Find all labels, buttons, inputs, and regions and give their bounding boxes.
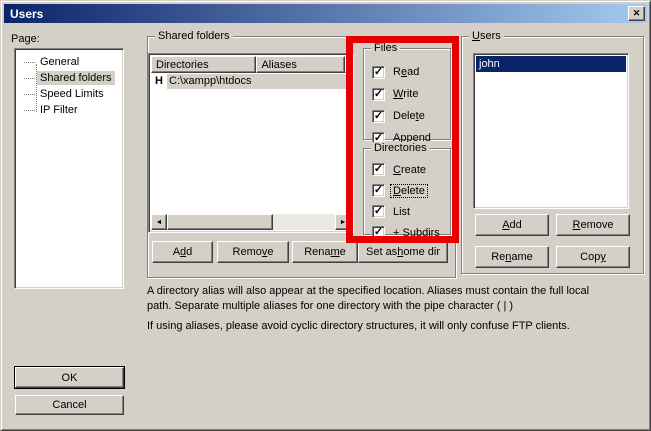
add-directory-button[interactable]: Add xyxy=(152,241,213,263)
column-header-filler xyxy=(345,56,351,73)
tree-item-label: General xyxy=(37,55,82,69)
tree-item-speed-limits[interactable]: Speed Limits xyxy=(17,86,121,102)
checkbox-label: Delete xyxy=(391,185,427,197)
checkbox-label: List xyxy=(391,206,412,218)
tree-connector-icon xyxy=(24,110,35,111)
titlebar[interactable]: Users xyxy=(4,4,647,23)
checkbox-delete-dir[interactable]: ✓ Delete xyxy=(372,180,446,201)
table-row[interactable]: H C:\xampp\htdocs xyxy=(151,73,351,89)
checkbox-label: Create xyxy=(391,164,428,176)
checkbox-list[interactable]: ✓ List xyxy=(372,201,446,222)
checkmark-icon: ✓ xyxy=(374,185,383,196)
column-header-directories[interactable]: Directories xyxy=(151,56,256,73)
list-item-user[interactable]: john xyxy=(476,56,626,72)
checkbox-write[interactable]: ✓ Write xyxy=(372,83,446,105)
close-button[interactable]: ✕ xyxy=(628,6,645,21)
users-group-label: Users xyxy=(469,30,504,42)
checkbox-read[interactable]: ✓ Read xyxy=(372,61,446,83)
tree-item-shared-folders[interactable]: Shared folders xyxy=(17,70,121,86)
users-dialog: Users ✕ Page: General Shared folders Spe… xyxy=(0,0,651,431)
tree-item-label: IP Filter xyxy=(37,103,81,117)
shared-folders-group-label: Shared folders xyxy=(155,30,233,42)
tree-item-label: Speed Limits xyxy=(37,87,107,101)
rename-directory-button[interactable]: Rename xyxy=(292,241,358,263)
ok-button[interactable]: OK xyxy=(15,367,124,388)
set-as-home-dir-button[interactable]: Set as home dir xyxy=(358,241,448,263)
scrollbar-thumb[interactable] xyxy=(167,214,273,230)
tree-connector-icon xyxy=(24,78,35,79)
checkbox-subdirs[interactable]: ✓ + Subdirs xyxy=(372,222,446,243)
tree-item-label: Shared folders xyxy=(37,71,115,85)
close-icon: ✕ xyxy=(633,8,641,19)
horizontal-scrollbar[interactable]: ◄ ► xyxy=(151,214,351,230)
tree-connector-icon xyxy=(24,94,35,95)
tree-item-general[interactable]: General xyxy=(17,54,121,70)
directory-path: C:\xampp\htdocs xyxy=(167,74,351,89)
users-list: john xyxy=(473,53,629,209)
checkbox-delete-file[interactable]: ✓ Delete xyxy=(372,105,446,127)
copy-user-button[interactable]: Copy xyxy=(556,246,630,268)
directories-list: Directories Aliases H C:\xampp\htdocs ◄ … xyxy=(148,53,354,233)
checkmark-icon: ✓ xyxy=(374,164,383,175)
page-label: Page: xyxy=(11,33,40,45)
checkmark-icon: ✓ xyxy=(374,67,383,78)
checkbox-label: Read xyxy=(391,66,421,78)
checkbox-label: Delete xyxy=(391,110,427,122)
window-title: Users xyxy=(10,7,43,21)
remove-directory-button[interactable]: Remove xyxy=(217,241,289,263)
checkmark-icon: ✓ xyxy=(374,227,383,238)
scrollbar-track[interactable] xyxy=(273,214,335,230)
checkmark-icon: ✓ xyxy=(374,111,383,122)
files-group-label: Files xyxy=(371,42,400,54)
files-groupbox: Files ✓ Read ✓ Write ✓ Delete ✓ Append xyxy=(363,48,451,140)
scroll-right-arrow-icon[interactable]: ► xyxy=(335,214,351,230)
rename-user-button[interactable]: Rename xyxy=(475,246,549,268)
tree-connector-icon xyxy=(24,62,35,63)
directories-group-label: Directories xyxy=(371,142,430,154)
page-tree: General Shared folders Speed Limits IP F… xyxy=(14,48,124,289)
remove-user-button[interactable]: Remove xyxy=(556,214,630,236)
checkbox-label: Write xyxy=(391,88,420,100)
alias-help-text: A directory alias will also appear at th… xyxy=(147,284,589,314)
directories-groupbox: Directories ✓ Create ✓ Delete ✓ List ✓ +… xyxy=(363,148,451,235)
checkmark-icon: ✓ xyxy=(374,89,383,100)
scroll-left-arrow-icon[interactable]: ◄ xyxy=(151,214,167,230)
add-user-button[interactable]: Add xyxy=(475,214,549,236)
tree-item-ip-filter[interactable]: IP Filter xyxy=(17,102,121,118)
checkmark-icon: ✓ xyxy=(374,206,383,217)
checkbox-label: + Subdirs xyxy=(391,227,442,239)
tree-guide-line xyxy=(36,64,37,112)
column-header-aliases[interactable]: Aliases xyxy=(256,56,345,73)
checkbox-create[interactable]: ✓ Create xyxy=(372,159,446,180)
home-dir-marker: H xyxy=(151,75,167,87)
list-header: Directories Aliases xyxy=(151,56,351,73)
cancel-button[interactable]: Cancel xyxy=(15,395,124,415)
cyclic-warning-text: If using aliases, please avoid cyclic di… xyxy=(147,319,570,334)
